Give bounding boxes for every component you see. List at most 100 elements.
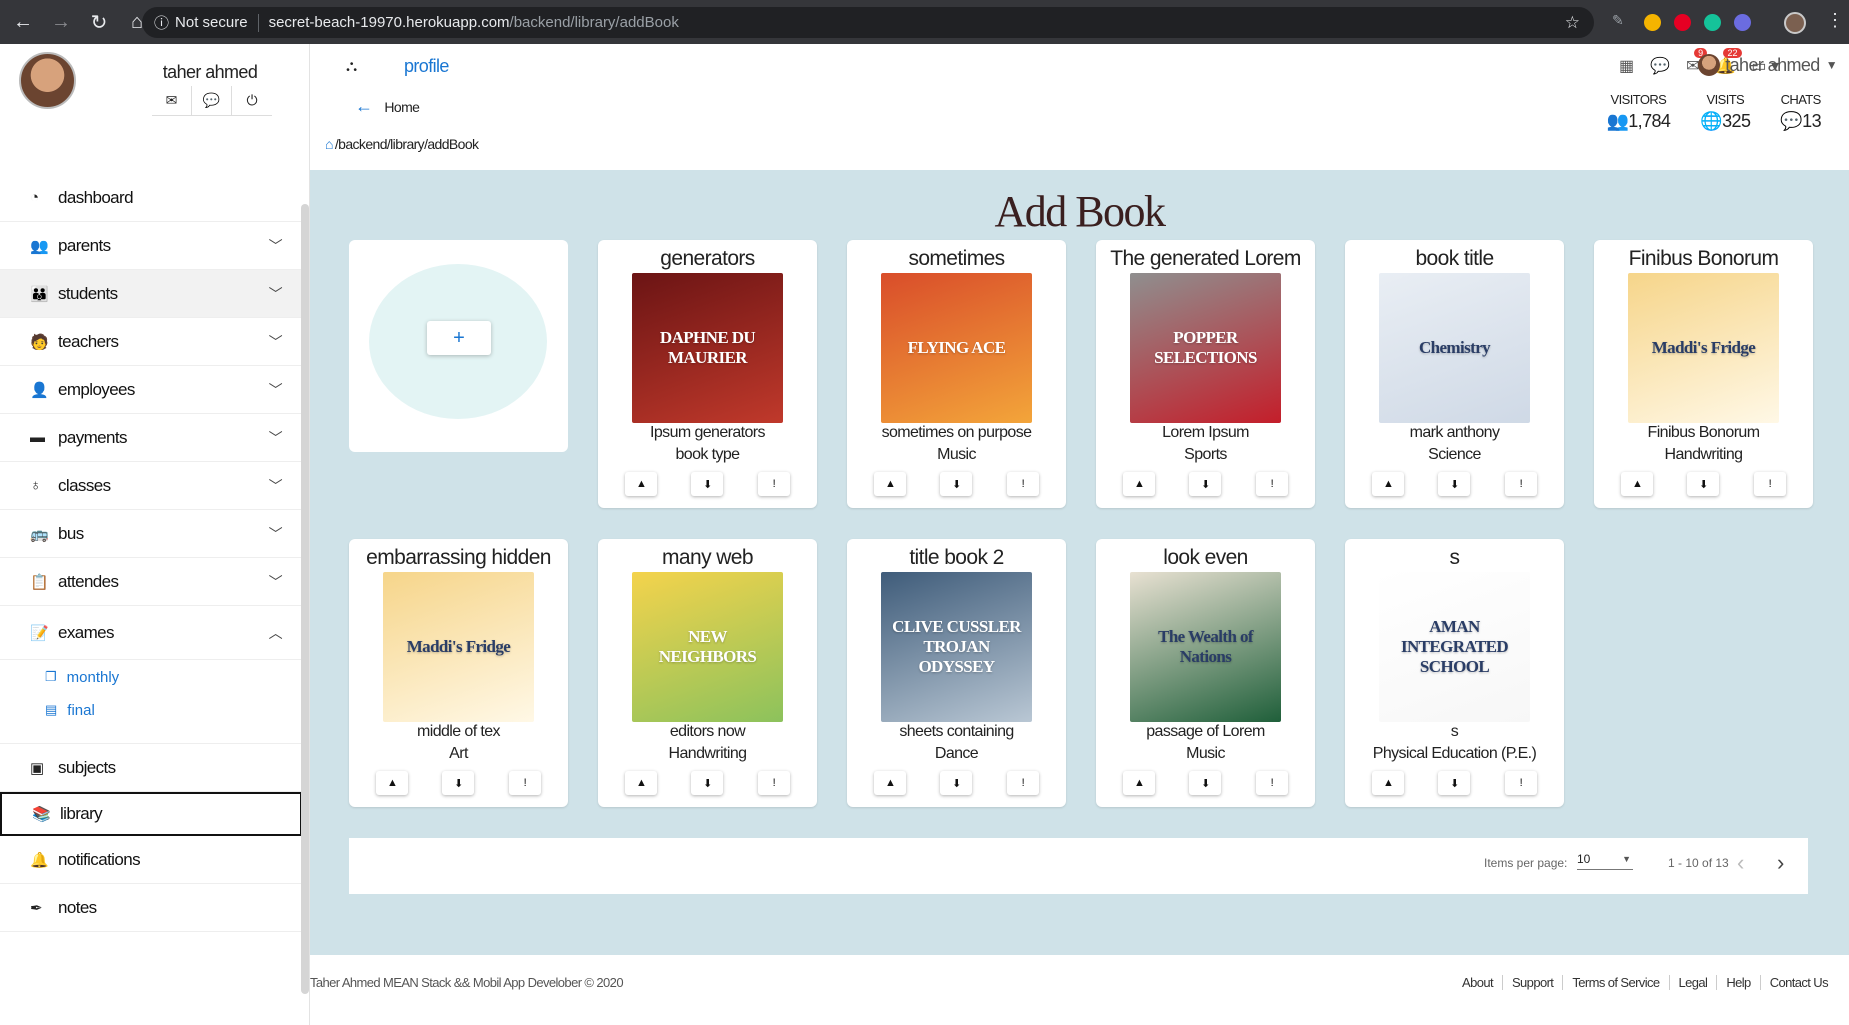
sidebar-item-classes[interactable]: ♁ classes ﹀: [0, 462, 302, 510]
view-book-button[interactable]: ▲: [625, 472, 658, 496]
sidebar-item-dashboard[interactable]: ◔ dashboard: [0, 174, 302, 222]
chat-icon[interactable]: 💬: [192, 86, 232, 116]
download-icon[interactable]: ⬇: [1438, 771, 1471, 795]
sidebar-item-notes[interactable]: ✒ notes: [0, 884, 302, 932]
security-label: Not secure: [175, 14, 248, 31]
extension-purple-icon[interactable]: [1734, 14, 1751, 31]
book-cover-text: Maddi's Fridge: [406, 637, 511, 656]
book-cover[interactable]: Maddi's Fridge: [1628, 273, 1779, 423]
download-icon[interactable]: ⬇: [442, 771, 475, 795]
browser-profile-avatar[interactable]: [1784, 12, 1806, 34]
footer-link-contact[interactable]: Contact Us: [1759, 975, 1837, 990]
bookmark-star-icon[interactable]: ☆: [1565, 13, 1580, 33]
book-card: Finibus Bonorum Maddi's Fridge Finibus Bon…: [1594, 240, 1813, 508]
info-icon[interactable]: ⓘ: [154, 12, 169, 33]
info-button[interactable]: !: [1504, 472, 1537, 496]
forward-arrow-icon[interactable]: →: [46, 7, 76, 37]
home-icon[interactable]: ⌂: [325, 136, 333, 152]
reload-icon[interactable]: ↻: [84, 7, 114, 37]
footer-link-about[interactable]: About: [1453, 975, 1502, 990]
view-book-button[interactable]: ▲: [874, 771, 907, 795]
download-icon[interactable]: ⬇: [691, 472, 724, 496]
sidebar-item-subjects[interactable]: ▣ subjects: [0, 744, 302, 792]
previous-page-button[interactable]: ‹: [1737, 850, 1744, 876]
sidebar-item-payments[interactable]: ▬ payments ﹀: [0, 414, 302, 462]
book-cover-text: POPPER SELECTIONS: [1154, 328, 1257, 367]
browser-menu-icon[interactable]: ⋮: [1826, 10, 1844, 31]
info-button[interactable]: !: [757, 771, 790, 795]
view-book-button[interactable]: ▲: [1123, 472, 1156, 496]
sidebar-item-students[interactable]: 👪 students ﹀: [0, 270, 302, 318]
sidebar-item-bus[interactable]: 🚌 bus ﹀: [0, 510, 302, 558]
info-button[interactable]: !: [1504, 771, 1537, 795]
info-button[interactable]: !: [1006, 771, 1039, 795]
user-menu[interactable]: taher ahmed ▼: [1698, 54, 1838, 76]
stat-visits: VISITS 🌐325: [1700, 92, 1751, 131]
info-button[interactable]: !: [508, 771, 541, 795]
view-book-button[interactable]: ▲: [625, 771, 658, 795]
sidebar-item-employees[interactable]: 👤 employees ﹀: [0, 366, 302, 414]
url-path: /backend/library/addBook: [509, 14, 679, 31]
book-cover[interactable]: AMAN INTEGRATED SCHOOL: [1379, 572, 1530, 722]
grammarly-extension-icon[interactable]: [1704, 14, 1721, 31]
sidebar-item-parents[interactable]: 👥 parents ﹀: [0, 222, 302, 270]
book-cover[interactable]: POPPER SELECTIONS: [1130, 273, 1281, 423]
pinterest-extension-icon[interactable]: [1674, 14, 1691, 31]
sidebar-item-teachers[interactable]: 🧑 teachers ﹀: [0, 318, 302, 366]
book-cover[interactable]: FLYING ACE: [881, 273, 1032, 423]
info-button[interactable]: !: [1255, 472, 1288, 496]
sidebar-subitem-final[interactable]: ▤ final: [0, 694, 302, 744]
book-cover[interactable]: Chemistry: [1379, 273, 1530, 423]
info-button[interactable]: !: [1753, 472, 1786, 496]
avatar[interactable]: [19, 52, 76, 109]
info-button[interactable]: !: [757, 472, 790, 496]
book-cover[interactable]: CLIVE CUSSLER TROJAN ODYSSEY: [881, 572, 1032, 722]
download-icon[interactable]: ⬇: [1189, 771, 1222, 795]
sidebar-item-library[interactable]: 📚 library: [0, 792, 302, 836]
download-icon[interactable]: ⬇: [1687, 472, 1720, 496]
extension-yellow-icon[interactable]: [1644, 14, 1661, 31]
download-icon[interactable]: ⬇: [940, 472, 973, 496]
calendar-icon[interactable]: ▦: [1619, 56, 1634, 76]
users-icon: 👥: [1606, 111, 1629, 131]
sidebar-scrollbar[interactable]: [301, 204, 309, 994]
sidebar-item-notifications[interactable]: 🔔 notifications: [0, 836, 302, 884]
comments-icon[interactable]: 💬: [1650, 56, 1670, 76]
book-cover[interactable]: The Wealth of Nations: [1130, 572, 1281, 722]
address-bar[interactable]: ⓘ Not secure secret-beach-19970.herokuap…: [142, 7, 1594, 38]
book-cover[interactable]: NEW NEIGHBORS: [632, 572, 783, 722]
book-cover[interactable]: DAPHNE DU MAURIER: [632, 273, 783, 423]
info-button[interactable]: !: [1006, 472, 1039, 496]
sidebar-item-attendes[interactable]: 📋 attendes ﹀: [0, 558, 302, 606]
book-title: book title: [1415, 247, 1494, 270]
back-arrow-icon[interactable]: ←: [8, 7, 38, 37]
view-book-button[interactable]: ▲: [376, 771, 409, 795]
view-book-button[interactable]: ▲: [874, 472, 907, 496]
sidebar-subitem-monthly[interactable]: ❐ monthly: [0, 660, 302, 694]
footer-link-help[interactable]: Help: [1716, 975, 1759, 990]
back-home-link[interactable]: ← Home: [355, 96, 420, 117]
next-page-button[interactable]: ›: [1777, 850, 1784, 876]
download-icon[interactable]: ⬇: [1189, 472, 1222, 496]
view-book-button[interactable]: ▲: [1372, 472, 1405, 496]
view-book-button[interactable]: ▲: [1372, 771, 1405, 795]
download-icon[interactable]: ⬇: [940, 771, 973, 795]
footer-link-legal[interactable]: Legal: [1668, 975, 1717, 990]
items-per-page-select[interactable]: 10 ▼: [1577, 852, 1633, 870]
power-icon[interactable]: ⏻: [232, 86, 272, 116]
sidebar-item-exames[interactable]: 📝 exames ︿: [0, 606, 302, 660]
chevron-down-icon: ﹀: [268, 333, 283, 350]
footer-link-terms[interactable]: Terms of Service: [1562, 975, 1668, 990]
info-button[interactable]: !: [1255, 771, 1288, 795]
pen-extension-icon[interactable]: ✎: [1612, 12, 1624, 29]
book-cover[interactable]: Maddi's Fridge: [383, 572, 534, 722]
book-title: title book 2: [909, 546, 1004, 569]
envelope-icon[interactable]: ✉: [152, 86, 192, 116]
view-book-button[interactable]: ▲: [1123, 771, 1156, 795]
download-icon[interactable]: ⬇: [1438, 472, 1471, 496]
footer-link-support[interactable]: Support: [1501, 975, 1562, 990]
download-icon[interactable]: ⬇: [691, 771, 724, 795]
profile-link[interactable]: profile: [404, 56, 449, 77]
view-book-button[interactable]: ▲: [1621, 472, 1654, 496]
add-book-button[interactable]: +: [427, 321, 491, 355]
